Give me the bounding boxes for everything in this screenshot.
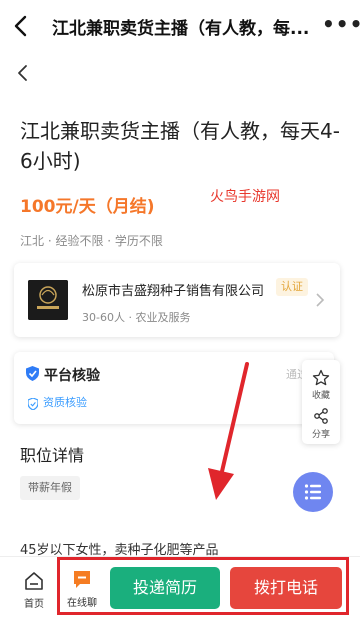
annotation-arrow xyxy=(200,360,260,510)
list-menu-button[interactable] xyxy=(293,472,333,512)
chevron-right-icon xyxy=(314,291,326,309)
section-title: 职位详情 xyxy=(20,446,85,465)
company-name: 松原市吉盛翔种子销售有限公司 xyxy=(82,284,265,299)
more-icon[interactable]: ••• xyxy=(322,12,360,40)
job-meta: 江北 · 经验不限 · 学历不限 xyxy=(20,234,163,248)
platform-verify-title: 平台核验 xyxy=(44,368,100,384)
annotation-highlight-box xyxy=(57,557,349,615)
shield-check-icon xyxy=(26,366,39,381)
back-arrow-icon[interactable] xyxy=(8,12,36,40)
qualification-verify: 资质核验 xyxy=(43,396,87,409)
share-icon[interactable] xyxy=(312,407,330,425)
page-title: 江北兼职卖货主播（有人教，每... xyxy=(52,19,310,39)
company-logo xyxy=(28,280,68,320)
watermark: 火鸟手游网 xyxy=(210,189,280,205)
job-title: 江北兼职卖货主播（有人教，每天4-6小时) xyxy=(20,119,340,173)
share-label[interactable]: 分享 xyxy=(302,427,340,440)
benefit-tag: 带薪年假 xyxy=(20,476,80,500)
star-icon[interactable] xyxy=(312,369,330,387)
home-tab[interactable]: 首页 xyxy=(14,567,54,611)
list-icon xyxy=(304,484,321,500)
platform-verify-card: 平台核验 资质核验 通过 xyxy=(14,352,334,424)
salary: 100元/天（月结) xyxy=(20,197,155,217)
home-icon xyxy=(25,572,43,590)
home-label[interactable]: 首页 xyxy=(14,595,54,610)
company-card[interactable]: 松原市吉盛翔种子销售有限公司 认证 30-60人 · 农业及服务 xyxy=(14,263,340,337)
floating-actions: 收藏 分享 xyxy=(302,360,340,444)
back-arrow-icon[interactable] xyxy=(12,60,36,86)
shield-check-icon xyxy=(27,395,39,411)
company-info: 30-60人 · 农业及服务 xyxy=(82,311,191,324)
verified-badge: 认证 xyxy=(276,278,308,296)
favorite-label[interactable]: 收藏 xyxy=(302,388,340,401)
